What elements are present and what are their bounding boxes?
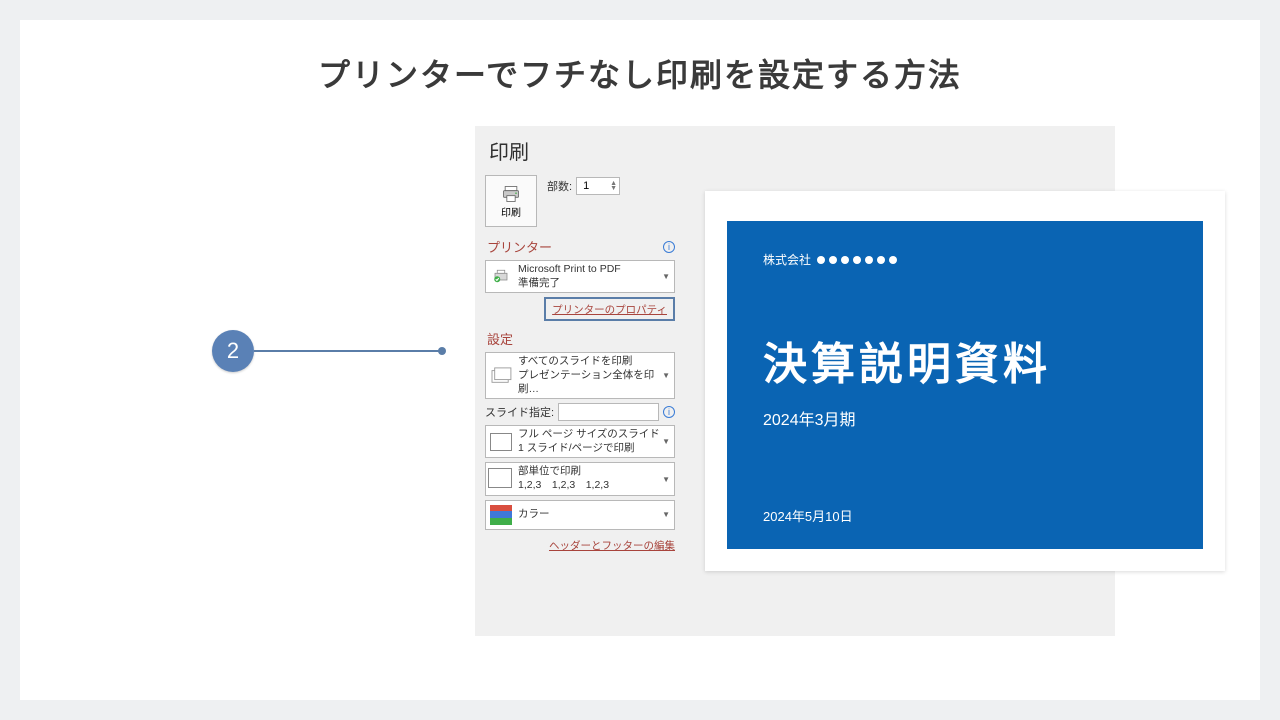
copies-label: 部数: xyxy=(547,178,572,194)
slide-title: 決算説明資料 xyxy=(763,328,1173,392)
chevron-down-icon: ▼ xyxy=(662,437,670,446)
layout-select[interactable]: フル ページ サイズのスライド 1 スライド/ページで印刷 ▼ xyxy=(485,425,675,458)
printer-icon xyxy=(490,266,512,288)
slide-spec-label: スライド指定: xyxy=(485,404,554,420)
placeholder-dots-icon xyxy=(817,256,897,264)
printer-name: Microsoft Print to PDF xyxy=(518,263,670,277)
printer-section-label: プリンター i xyxy=(487,237,675,256)
slide-preview: 株式会社 決算説明資料 2024年3月期 2024年5月10日 xyxy=(705,191,1225,571)
page-icon xyxy=(490,431,512,453)
printer-properties-link[interactable]: プリンターのプロパティ xyxy=(552,304,667,316)
company-name: 株式会社 xyxy=(763,251,1173,268)
collate-icon xyxy=(490,468,512,490)
print-button-label: 印刷 xyxy=(501,204,521,219)
copies-input[interactable]: 1 ▲ ▼ xyxy=(576,177,620,195)
slide-spec-input[interactable] xyxy=(558,403,659,421)
info-icon[interactable]: i xyxy=(663,241,675,253)
copies-group: 部数: 1 ▲ ▼ xyxy=(547,177,620,195)
callout-connector xyxy=(254,350,444,352)
info-icon[interactable]: i xyxy=(663,406,675,418)
page-title: プリンターでフチなし印刷を設定する方法 xyxy=(20,50,1260,96)
collate-select[interactable]: 部単位で印刷 1,2,3 1,2,3 1,2,3 ▼ xyxy=(485,462,675,495)
header-footer-link[interactable]: ヘッダーとフッターの編集 xyxy=(549,540,675,552)
slides-icon xyxy=(490,365,512,387)
color-swatch-icon xyxy=(490,505,512,525)
printer-status: 準備完了 xyxy=(518,277,670,291)
chevron-down-icon: ▼ xyxy=(662,371,670,380)
step-number-badge: 2 xyxy=(212,330,254,372)
chevron-down-icon: ▼ xyxy=(662,475,670,484)
color-select[interactable]: カラー ▼ xyxy=(485,500,675,530)
print-range-select[interactable]: すべてのスライドを印刷 プレゼンテーション全体を印刷… ▼ xyxy=(485,352,675,399)
step-callout: 2 xyxy=(212,330,444,372)
print-dialog-panel: 印刷 印刷 部数: 1 xyxy=(475,126,1115,636)
print-button[interactable]: 印刷 xyxy=(485,175,537,227)
slide-date: 2024年5月10日 xyxy=(763,506,1173,525)
copies-spinner[interactable]: ▲ ▼ xyxy=(610,181,617,191)
settings-section-label: 設定 xyxy=(487,329,675,348)
printer-icon xyxy=(500,184,522,204)
copies-value: 1 xyxy=(583,180,589,192)
chevron-down-icon: ▼ xyxy=(662,510,670,519)
chevron-down-icon[interactable]: ▼ xyxy=(610,186,617,191)
chevron-down-icon: ▼ xyxy=(662,272,670,281)
slide-subtitle: 2024年3月期 xyxy=(763,406,1173,430)
print-settings-pane: 印刷 印刷 部数: 1 xyxy=(485,136,675,626)
printer-select[interactable]: Microsoft Print to PDF 準備完了 ▼ xyxy=(485,260,675,293)
print-preview: 株式会社 決算説明資料 2024年3月期 2024年5月10日 xyxy=(695,136,1235,626)
print-heading: 印刷 xyxy=(485,136,675,165)
